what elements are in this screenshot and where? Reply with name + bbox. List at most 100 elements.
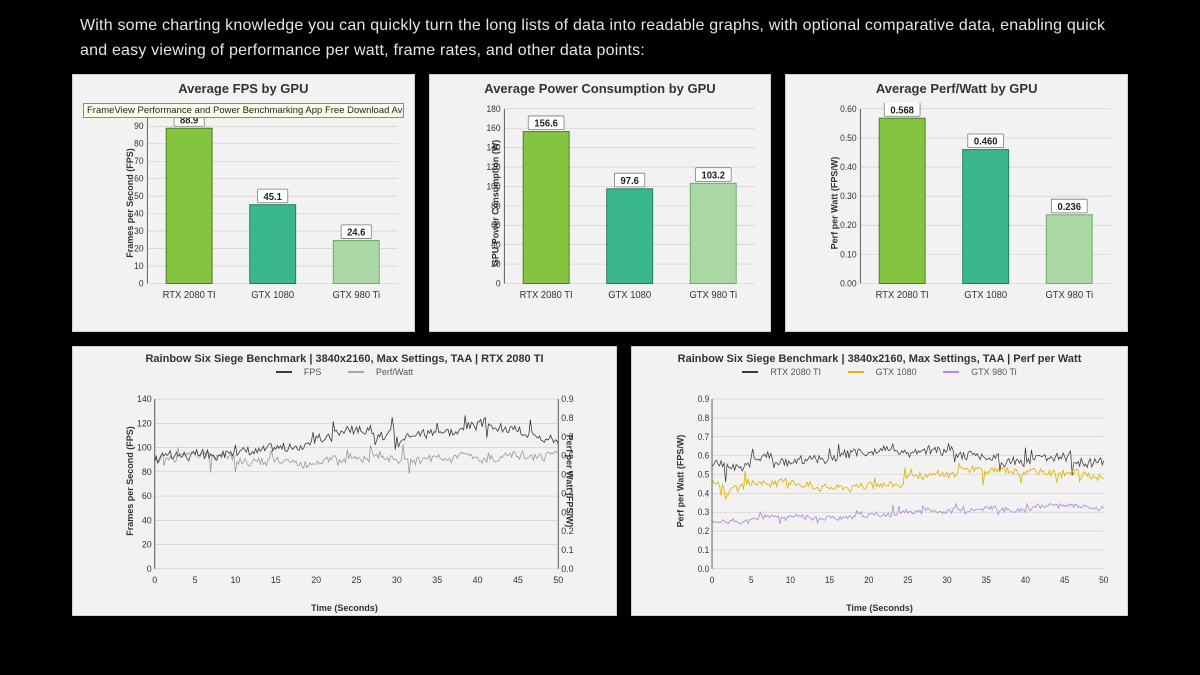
svg-text:156.6: 156.6: [534, 118, 558, 129]
svg-text:80: 80: [142, 466, 152, 476]
svg-text:40: 40: [142, 515, 152, 525]
svg-text:0.0: 0.0: [698, 563, 710, 573]
svg-text:0: 0: [147, 563, 152, 573]
svg-text:60: 60: [491, 220, 501, 230]
svg-text:50: 50: [1099, 574, 1108, 584]
svg-text:0.6: 0.6: [698, 450, 710, 460]
chart-power: Average Power Consumption by GPU GPU Pow…: [429, 74, 772, 332]
svg-text:0.7: 0.7: [561, 431, 573, 441]
svg-text:30: 30: [942, 574, 951, 584]
legend-item: RTX 2080 TI: [736, 367, 827, 377]
svg-text:0.1: 0.1: [698, 544, 710, 554]
legend-swatch-icon: [943, 371, 959, 373]
plot-area: 0204060801001201400.00.10.20.30.40.50.60…: [129, 395, 584, 587]
svg-text:0.00: 0.00: [840, 278, 857, 288]
svg-text:10: 10: [134, 260, 144, 270]
svg-text:0.30: 0.30: [840, 191, 857, 201]
legend-swatch-icon: [348, 371, 364, 373]
legend-label: Perf/Watt: [376, 367, 413, 377]
svg-text:0.7: 0.7: [698, 431, 710, 441]
svg-text:0.60: 0.60: [840, 103, 857, 113]
y-axis-label: Perf per Watt (FPS/W): [675, 434, 685, 527]
chart-ppw: Average Perf/Watt by GPU Perf per Watt (…: [785, 74, 1128, 332]
svg-text:0.8: 0.8: [698, 412, 710, 422]
plot-area: 010203040506070809010088.9RTX 2080 TI45.…: [121, 103, 404, 303]
svg-text:0: 0: [152, 574, 157, 584]
svg-text:10: 10: [786, 574, 795, 584]
chart-fps: Average FPS by GPU FrameView Performance…: [72, 74, 415, 332]
svg-text:103.2: 103.2: [701, 170, 725, 181]
legend-item: GTX 980 Ti: [937, 367, 1023, 377]
plot-area: 0.000.100.200.300.400.500.600.568RTX 208…: [834, 103, 1117, 303]
svg-text:35: 35: [432, 574, 442, 584]
svg-text:30: 30: [392, 574, 402, 584]
svg-text:40: 40: [491, 239, 501, 249]
svg-text:25: 25: [903, 574, 912, 584]
chart-title: Rainbow Six Siege Benchmark | 3840x2160,…: [632, 347, 1127, 367]
svg-text:90: 90: [134, 121, 144, 131]
chart-title: Rainbow Six Siege Benchmark | 3840x2160,…: [73, 347, 616, 367]
svg-text:0.3: 0.3: [698, 506, 710, 516]
legend-item: FPS: [270, 367, 328, 377]
svg-text:80: 80: [491, 200, 501, 210]
intro-text: With some charting knowledge you can qui…: [0, 0, 1200, 74]
svg-text:0.50: 0.50: [840, 132, 857, 142]
legend-label: RTX 2080 TI: [770, 367, 821, 377]
svg-text:100: 100: [137, 442, 152, 452]
chart-line-fps-ppw: Rainbow Six Siege Benchmark | 3840x2160,…: [72, 346, 617, 616]
svg-text:20: 20: [142, 539, 152, 549]
svg-text:40: 40: [134, 208, 144, 218]
svg-text:20: 20: [311, 574, 321, 584]
svg-text:0.460: 0.460: [974, 136, 998, 147]
legend-label: GTX 1080: [876, 367, 917, 377]
chart-grid: Average FPS by GPU FrameView Performance…: [0, 74, 1200, 616]
svg-text:0.4: 0.4: [561, 488, 573, 498]
svg-text:GTX 980 Ti: GTX 980 Ti: [1046, 290, 1094, 301]
svg-text:RTX 2080 TI: RTX 2080 TI: [876, 290, 929, 301]
chart-title: Average FPS by GPU: [73, 75, 414, 98]
plot-area: 0.00.10.20.30.40.50.60.70.80.90510152025…: [688, 395, 1113, 587]
svg-text:15: 15: [825, 574, 834, 584]
chart-line-ppw-compare: Rainbow Six Siege Benchmark | 3840x2160,…: [631, 346, 1128, 616]
svg-text:0.2: 0.2: [698, 525, 710, 535]
svg-text:20: 20: [864, 574, 873, 584]
chart-legend: RTX 2080 TI GTX 1080 GTX 980 Ti: [632, 367, 1127, 379]
svg-text:45: 45: [1060, 574, 1069, 584]
svg-text:120: 120: [137, 418, 152, 428]
legend-label: GTX 980 Ti: [971, 367, 1017, 377]
svg-text:100: 100: [486, 181, 500, 191]
svg-text:0.4: 0.4: [698, 488, 710, 498]
svg-text:0.8: 0.8: [561, 412, 573, 422]
svg-text:RTX 2080 TI: RTX 2080 TI: [163, 290, 216, 301]
svg-text:GTX 980 Ti: GTX 980 Ti: [689, 290, 737, 301]
tooltip: FrameView Performance and Power Benchmar…: [83, 103, 404, 118]
svg-text:0.5: 0.5: [561, 469, 573, 479]
plot-area: 020406080100120140160180156.6RTX 2080 TI…: [478, 103, 761, 303]
svg-text:120: 120: [486, 161, 500, 171]
svg-text:40: 40: [1021, 574, 1030, 584]
svg-text:0.6: 0.6: [561, 450, 573, 460]
svg-text:0: 0: [496, 278, 501, 288]
svg-text:24.6: 24.6: [347, 227, 365, 238]
svg-text:20: 20: [134, 243, 144, 253]
svg-text:70: 70: [134, 156, 144, 166]
svg-text:10: 10: [230, 574, 240, 584]
legend-label: FPS: [304, 367, 322, 377]
svg-text:RTX 2080 TI: RTX 2080 TI: [519, 290, 572, 301]
svg-text:GTX 1080: GTX 1080: [251, 290, 294, 301]
svg-text:5: 5: [749, 574, 754, 584]
svg-text:140: 140: [486, 142, 500, 152]
svg-text:0.5: 0.5: [698, 469, 710, 479]
svg-text:0.1: 0.1: [561, 544, 573, 554]
svg-text:0.10: 0.10: [840, 249, 857, 259]
svg-text:20: 20: [491, 258, 501, 268]
svg-text:0.40: 0.40: [840, 161, 857, 171]
svg-text:97.6: 97.6: [620, 175, 638, 186]
svg-text:0.2: 0.2: [561, 526, 573, 536]
svg-text:0.236: 0.236: [1058, 201, 1082, 212]
chart-row-top: Average FPS by GPU FrameView Performance…: [72, 74, 1128, 332]
svg-text:GTX 1080: GTX 1080: [965, 290, 1008, 301]
legend-swatch-icon: [742, 371, 758, 373]
chart-legend: FPS Perf/Watt: [73, 367, 616, 379]
legend-item: Perf/Watt: [342, 367, 419, 377]
